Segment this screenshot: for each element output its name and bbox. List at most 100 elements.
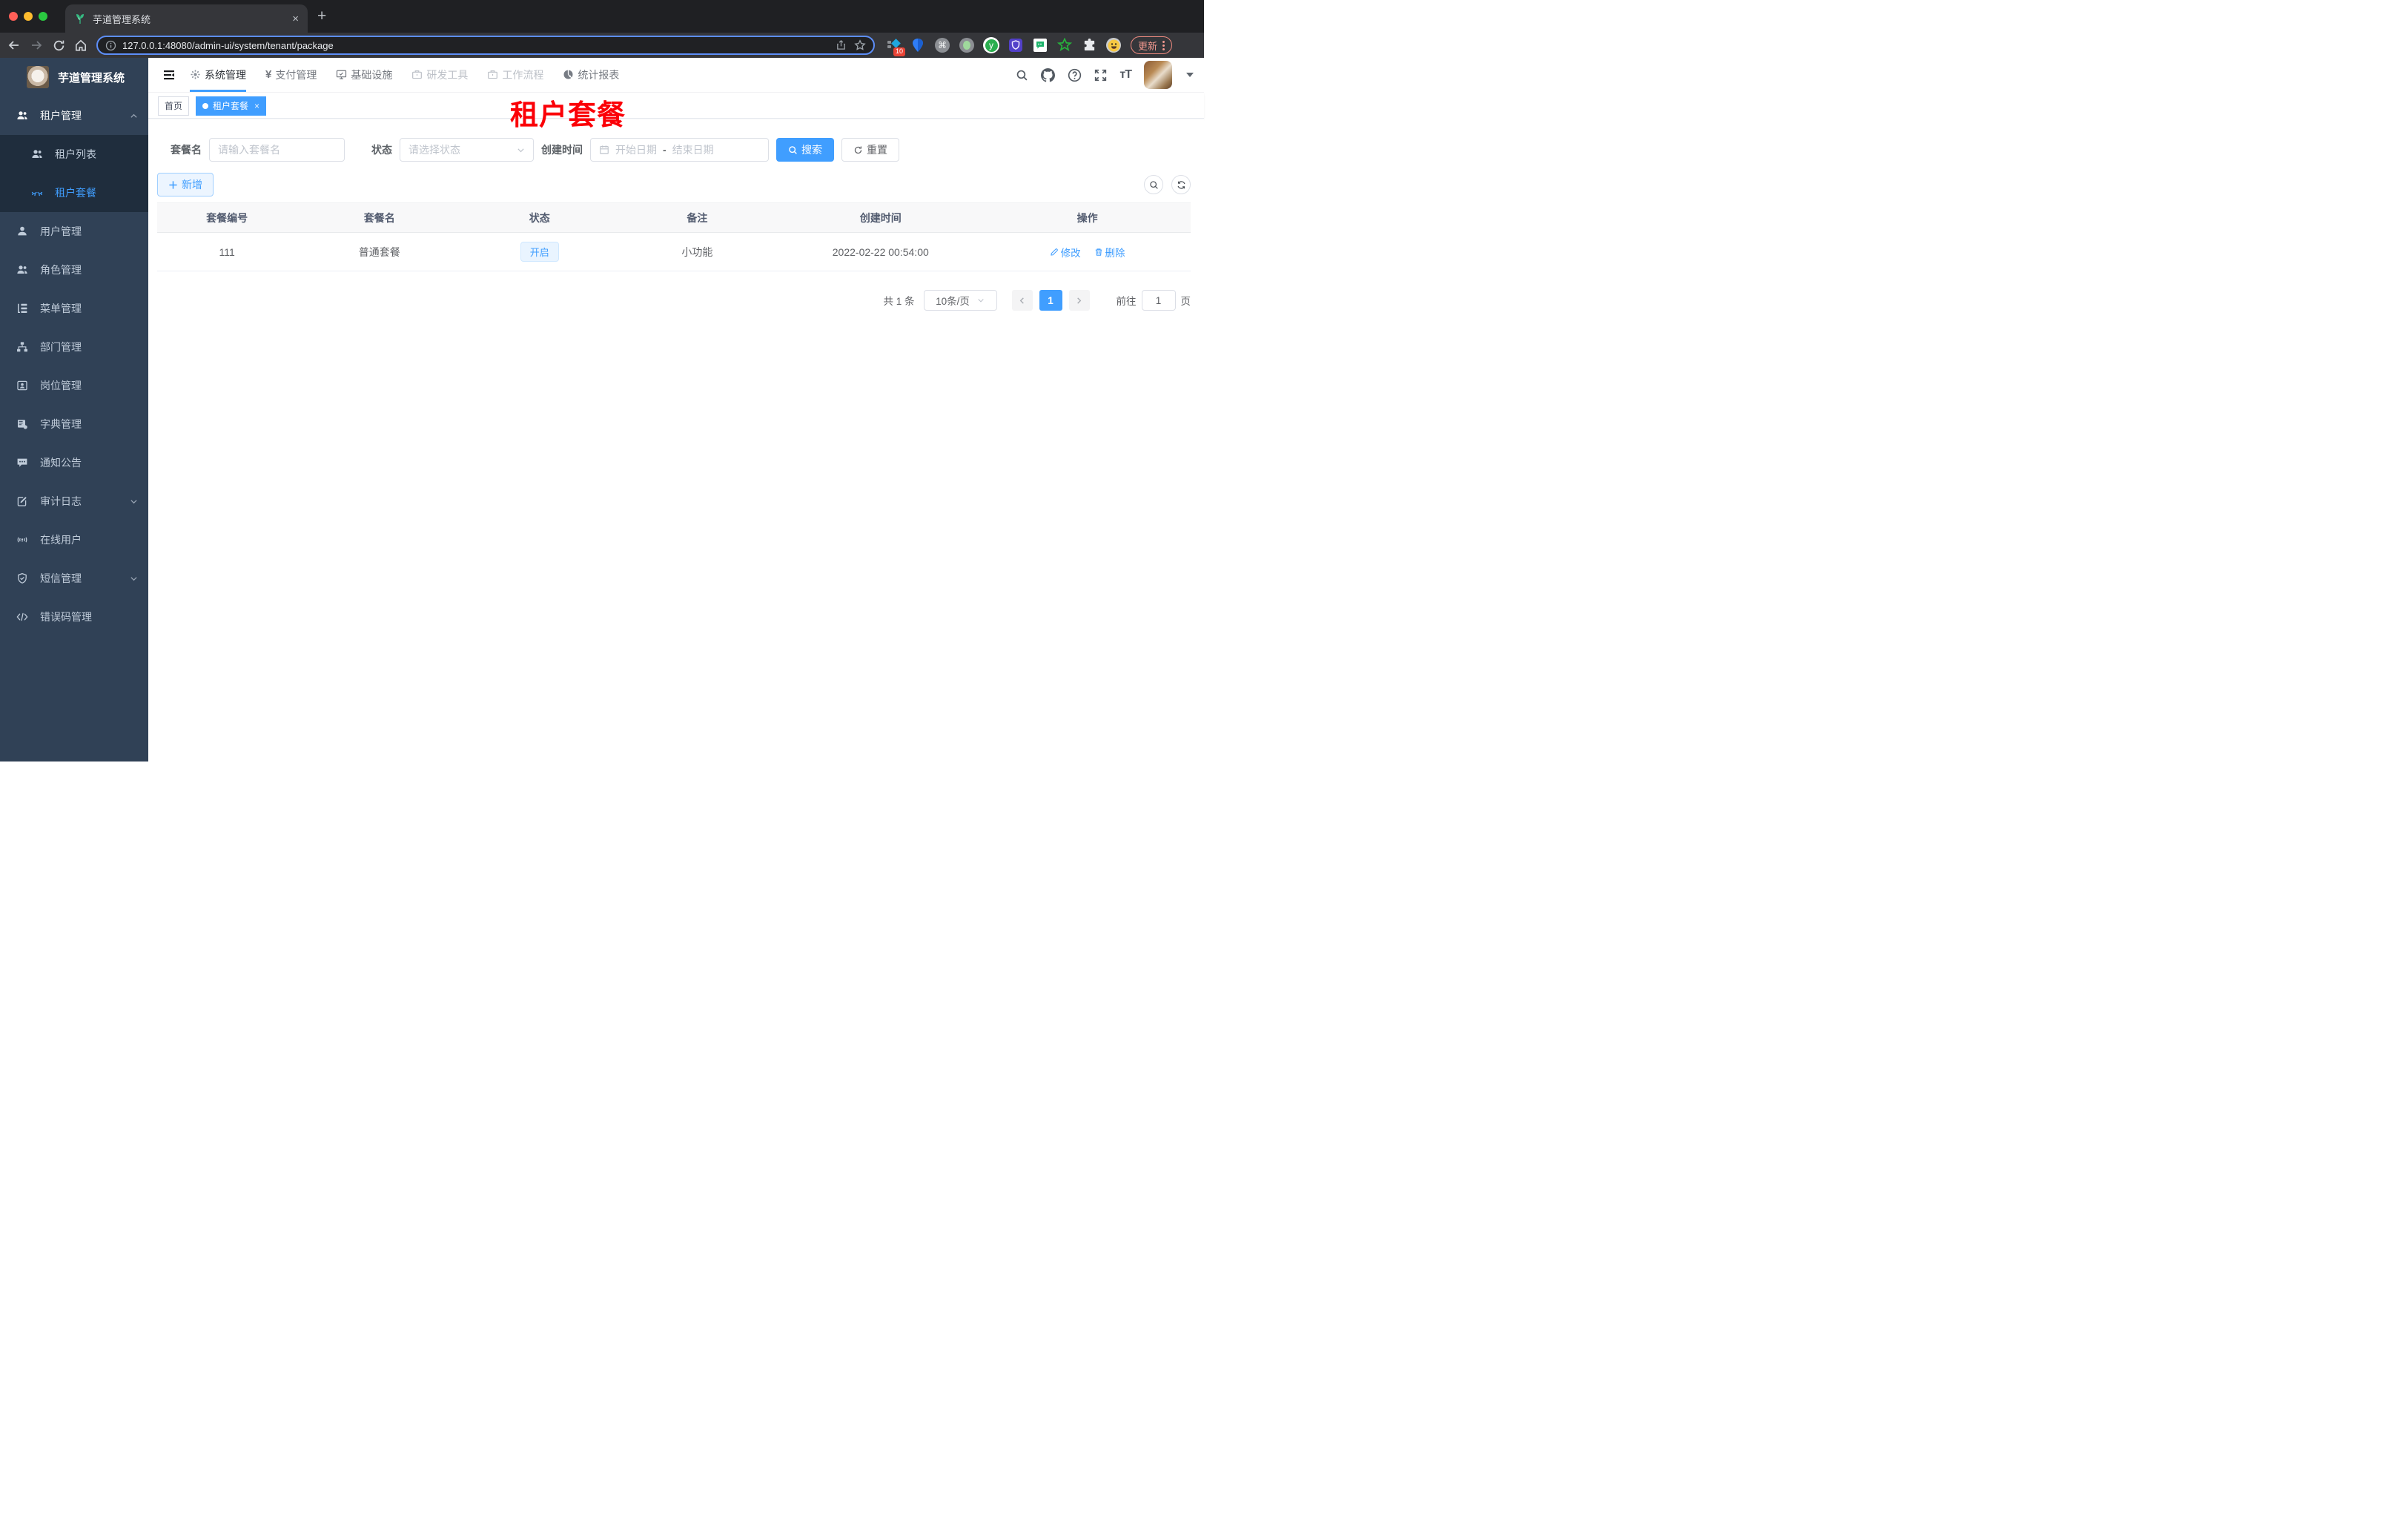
next-page-button[interactable] <box>1068 290 1090 311</box>
chevron-down-icon <box>130 499 137 503</box>
url-text[interactable]: 127.0.0.1:48080/admin-ui/system/tenant/p… <box>122 40 830 51</box>
date-range-picker[interactable]: 开始日期 - 结束日期 <box>590 138 769 162</box>
top-nav-devtools[interactable]: 研发工具 <box>411 58 468 92</box>
show-search-toggle-button[interactable] <box>1144 175 1163 194</box>
online-icon <box>17 537 27 543</box>
info-icon[interactable] <box>105 40 116 51</box>
sidebar-item-user-management[interactable]: 用户管理 <box>0 212 148 251</box>
new-tab-button[interactable]: + <box>317 7 326 25</box>
current-page-button[interactable]: 1 <box>1039 290 1062 311</box>
top-nav-workflow[interactable]: 工作流程 <box>487 58 543 92</box>
page-size-select[interactable]: 10条/页 <box>923 290 997 311</box>
sidebar-collapse-icon[interactable] <box>148 58 190 92</box>
sidebar-item-audit-log[interactable]: 审计日志 <box>0 482 148 521</box>
status-select[interactable]: 请选择状态 <box>400 138 534 162</box>
browser-tab[interactable]: 芋道管理系统 × <box>65 4 308 33</box>
fullscreen-icon[interactable] <box>1094 69 1107 82</box>
browser-menu-icon[interactable] <box>1162 40 1165 50</box>
window-close-button[interactable] <box>9 12 18 21</box>
table-row: 111 普通套餐 开启 小功能 2022-02-22 00:54:00 修改 删… <box>157 232 1191 271</box>
delete-link[interactable]: 删除 <box>1094 245 1125 260</box>
extension-green-dot-icon[interactable] <box>959 37 975 53</box>
back-icon[interactable] <box>3 39 25 52</box>
top-nav-payment[interactable]: ¥ 支付管理 <box>265 58 317 92</box>
top-nav-infra[interactable]: 基础设施 <box>336 58 392 92</box>
sidebar-item-error-code[interactable]: 错误码管理 <box>0 598 148 636</box>
goto-page-input[interactable] <box>1142 291 1175 310</box>
col-create-time: 创建时间 <box>777 202 985 233</box>
toolbox-icon <box>412 70 423 79</box>
tags-bar: 首页 租户套餐 × <box>148 93 1204 119</box>
font-size-icon[interactable]: тT <box>1119 68 1132 82</box>
sidebar-item-tenant-management[interactable]: 租户管理 <box>0 96 148 135</box>
top-nav: 系统管理 ¥ 支付管理 基础设施 研发工具 工作流程 统计报表 <box>190 58 619 92</box>
reset-button[interactable]: 重置 <box>841 138 899 162</box>
chat-icon <box>17 458 27 467</box>
search-icon <box>1149 180 1158 189</box>
search-icon[interactable] <box>1016 69 1028 82</box>
browser-tabstrip: 芋道管理系统 × + <box>0 0 1204 33</box>
url-bar[interactable]: 127.0.0.1:48080/admin-ui/system/tenant/p… <box>96 36 875 55</box>
table-header-row: 套餐编号 套餐名 状态 备注 创建时间 操作 <box>157 202 1191 233</box>
tag-tenant-package[interactable]: 租户套餐 × <box>196 96 267 116</box>
cell-package-id: 111 <box>157 232 297 271</box>
avatar-caret-down-icon[interactable] <box>1186 73 1194 77</box>
app-header: 系统管理 ¥ 支付管理 基础设施 研发工具 工作流程 统计报表 тT <box>148 58 1204 93</box>
sidebar-item-post-management[interactable]: 岗位管理 <box>0 366 148 405</box>
bookmark-star-icon[interactable] <box>854 39 866 51</box>
people-icon <box>17 111 27 119</box>
sidebar-item-role-management[interactable]: 角色管理 <box>0 251 148 289</box>
extension-emoji-icon[interactable] <box>1105 37 1122 53</box>
prev-page-button[interactable] <box>1011 290 1033 311</box>
trash-icon <box>1095 248 1102 256</box>
user-avatar[interactable] <box>1144 61 1172 89</box>
tag-home[interactable]: 首页 <box>158 96 190 116</box>
sidebar-item-sms-management[interactable]: 短信管理 <box>0 559 148 598</box>
extension-shield-icon[interactable] <box>1008 37 1024 53</box>
extension-star-icon[interactable] <box>1056 37 1073 53</box>
sidebar-item-dict-management[interactable]: 字典管理 <box>0 405 148 443</box>
extension-diamond-icon[interactable]: 10 <box>885 37 905 56</box>
extension-pin-icon[interactable] <box>910 37 926 53</box>
home-icon[interactable] <box>70 39 92 52</box>
edit-link[interactable]: 修改 <box>1050 245 1081 260</box>
refresh-table-button[interactable] <box>1171 175 1191 194</box>
sidebar-item-tenant-list[interactable]: 租户列表 <box>0 135 148 174</box>
chevron-down-icon <box>978 299 984 303</box>
monitor-icon <box>337 70 347 79</box>
top-nav-report[interactable]: 统计报表 <box>563 58 619 92</box>
search-icon <box>789 145 797 154</box>
window-minimize-button[interactable] <box>24 12 33 21</box>
github-icon[interactable] <box>1041 67 1056 82</box>
tab-close-icon[interactable]: × <box>292 13 299 24</box>
package-name-input[interactable] <box>218 144 336 156</box>
package-table: 套餐编号 套餐名 状态 备注 创建时间 操作 111 普通套餐 开启 小功能 2… <box>157 202 1191 271</box>
extension-y-icon[interactable]: y <box>983 37 999 53</box>
sidebar-item-online-users[interactable]: 在线用户 <box>0 521 148 559</box>
help-icon[interactable] <box>1068 68 1082 82</box>
sidebar-item-notice[interactable]: 通知公告 <box>0 443 148 482</box>
people-icon <box>32 150 42 158</box>
col-package-name: 套餐名 <box>297 202 463 233</box>
forward-icon[interactable] <box>25 39 47 52</box>
sidebar-item-dept-management[interactable]: 部门管理 <box>0 328 148 366</box>
share-icon[interactable] <box>836 39 847 50</box>
reload-icon[interactable] <box>47 39 70 52</box>
chevron-right-icon <box>1077 297 1082 304</box>
sidebar-item-tenant-package[interactable]: 租户套餐 <box>0 174 148 212</box>
top-nav-system[interactable]: 系统管理 <box>190 58 246 92</box>
browser-update-button[interactable]: 更新 <box>1131 36 1173 54</box>
package-name-label: 套餐名 <box>171 144 202 156</box>
extension-command-icon[interactable]: ⌘ <box>934 37 950 53</box>
tag-close-icon[interactable]: × <box>254 101 259 111</box>
page-title-watermark: 租户套餐 <box>510 100 626 131</box>
sidebar-item-menu-management[interactable]: 菜单管理 <box>0 289 148 328</box>
extension-puzzle-icon[interactable] <box>1081 37 1097 53</box>
extension-chat-icon[interactable] <box>1032 37 1048 53</box>
search-button[interactable]: 搜索 <box>776 138 834 162</box>
app-logo[interactable]: 芋道管理系统 <box>0 58 148 96</box>
add-button[interactable]: 新增 <box>157 173 214 196</box>
chevron-down-icon <box>517 148 524 152</box>
pagination: 共 1 条 10条/页 1 前往 页 <box>148 290 1191 311</box>
window-zoom-button[interactable] <box>39 12 47 21</box>
